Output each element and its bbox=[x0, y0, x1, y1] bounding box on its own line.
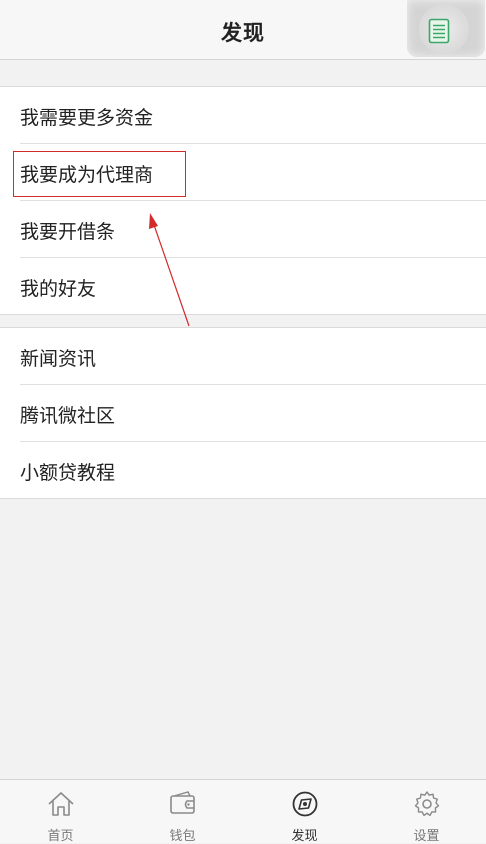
list-item-more-funds[interactable]: 我需要更多资金 bbox=[0, 87, 486, 144]
wallet-icon bbox=[170, 791, 195, 814]
tab-label: 钱包 bbox=[169, 829, 196, 844]
list-item-label: 腾讯微社区 bbox=[20, 405, 116, 427]
gear-icon bbox=[414, 791, 440, 817]
list-item-label: 新闻资讯 bbox=[20, 348, 97, 370]
list-item-tencent-community[interactable]: 腾讯微社区 bbox=[0, 385, 486, 442]
tab-settings[interactable]: 设置 bbox=[366, 780, 486, 844]
tab-label: 发现 bbox=[291, 829, 318, 844]
floating-menu-button[interactable] bbox=[407, 0, 485, 57]
list-item-loan-tutorial[interactable]: 小额贷教程 bbox=[0, 442, 486, 499]
list-item-my-friends[interactable]: 我的好友 bbox=[0, 258, 486, 315]
bottom-tab-bar: 首页 钱包 发现 设置 bbox=[0, 779, 486, 844]
menu-group-services: 我需要更多资金 我要成为代理商 我要开借条 我的好友 bbox=[0, 86, 486, 315]
list-item-label: 我要开借条 bbox=[20, 221, 116, 243]
tab-wallet[interactable]: 钱包 bbox=[122, 780, 243, 844]
list-item-open-iou[interactable]: 我要开借条 bbox=[0, 201, 486, 258]
document-list-icon bbox=[428, 18, 450, 44]
tab-label: 首页 bbox=[47, 829, 74, 844]
list-item-news[interactable]: 新闻资讯 bbox=[0, 328, 486, 385]
home-icon bbox=[48, 792, 74, 816]
list-item-label: 我的好友 bbox=[20, 278, 97, 300]
tab-home[interactable]: 首页 bbox=[0, 780, 121, 844]
menu-group-info: 新闻资讯 腾讯微社区 小额贷教程 bbox=[0, 327, 486, 499]
tab-discover[interactable]: 发现 bbox=[244, 780, 365, 844]
compass-icon bbox=[292, 791, 318, 817]
list-item-label: 我需要更多资金 bbox=[20, 107, 154, 129]
list-item-label: 小额贷教程 bbox=[20, 462, 116, 484]
annotation-highlight-box bbox=[13, 151, 186, 197]
tab-label: 设置 bbox=[413, 829, 440, 844]
